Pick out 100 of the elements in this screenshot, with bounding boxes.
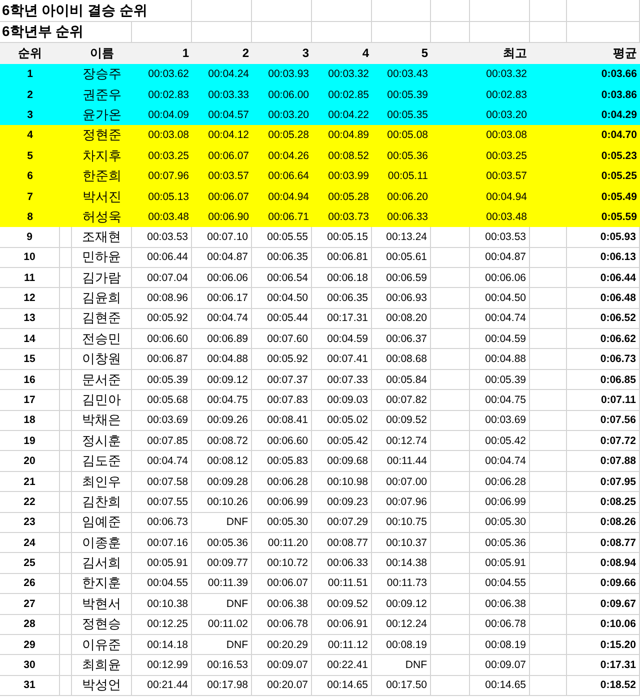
average-cell: 0:06.13 [567, 248, 640, 268]
empty-cell [60, 655, 72, 676]
empty-cell [530, 370, 567, 390]
time-cell-text: 00:06.07 [207, 190, 250, 205]
time-cell: 00:05.15 [312, 227, 372, 248]
rank-cell: 19 [0, 431, 60, 452]
best-cell: 00:06.38 [470, 594, 530, 615]
name-cell: 조재현 [72, 227, 132, 248]
time-cell-text: 00:02.83 [147, 88, 190, 103]
time-cell: 00:06.38 [252, 594, 312, 615]
time-cell: 00:03.53 [132, 227, 192, 248]
average-cell-text: 0:05.25 [600, 169, 638, 184]
empty-cell [530, 268, 567, 288]
average-cell: 0:06.62 [567, 329, 640, 350]
time-cell: 00:06.87 [132, 349, 192, 370]
time-cell: 00:07.55 [132, 492, 192, 513]
time-cell-text: 00:03.99 [327, 169, 370, 184]
empty-cell [530, 349, 567, 370]
name-cell: 이종훈 [72, 532, 132, 554]
name-cell: 최희윤 [72, 655, 132, 676]
best-cell: 00:04.74 [470, 451, 530, 472]
best-cell-text: 00:03.48 [485, 210, 528, 225]
time-cell: 00:04.59 [312, 329, 372, 350]
empty-cell [530, 574, 567, 594]
time-cell-text: 00:03.43 [386, 67, 429, 82]
time-cell: 00:20.07 [252, 676, 312, 696]
best-cell-text: 00:02.83 [485, 88, 528, 103]
rank-cell: 14 [0, 329, 60, 350]
rank-cell: 15 [0, 349, 60, 370]
time-cell: DNF [192, 594, 252, 615]
name-cell: 임예준 [72, 512, 132, 533]
empty-cell [60, 248, 72, 268]
empty-cell [431, 676, 470, 696]
empty-cell [530, 451, 567, 472]
name-cell: 김도준 [72, 451, 132, 472]
time-cell: 00:09.26 [192, 410, 252, 432]
empty-cell [431, 512, 470, 533]
empty-cell [60, 268, 72, 288]
time-cell-text: 00:03.93 [267, 67, 310, 82]
average-cell: 0:06.73 [567, 349, 640, 370]
best-cell: 00:03.53 [470, 227, 530, 248]
name-cell: 전승민 [72, 329, 132, 350]
time-cell-text: 00:04.09 [147, 108, 190, 123]
time-cell: 00:05.39 [132, 370, 192, 390]
name-cell: 한지훈 [72, 574, 132, 594]
time-cell-text: 00:04.26 [267, 148, 310, 164]
average-cell-text: 0:05.59 [600, 210, 638, 225]
empty-cell [60, 431, 72, 452]
empty-cell [431, 227, 470, 248]
time-cell: 00:07.37 [252, 370, 312, 390]
average-cell: 0:06.48 [567, 288, 640, 309]
rank-cell: 10 [0, 248, 60, 268]
time-cell: 00:05.84 [372, 370, 431, 390]
column-header: 순위 [17, 44, 43, 62]
rank-cell: 22 [0, 492, 60, 513]
time-cell-text: 00:05.28 [327, 190, 370, 205]
empty-cell [431, 410, 470, 432]
empty-cell [431, 268, 470, 288]
time-cell: 00:09.03 [312, 390, 372, 411]
empty-cell [431, 248, 470, 268]
rank-cell: 12 [0, 288, 60, 309]
time-cell: 00:14.18 [132, 634, 192, 656]
time-cell: 00:06.35 [312, 288, 372, 309]
empty-cell [530, 553, 567, 574]
time-cell: 00:06.91 [312, 614, 372, 635]
time-cell-text: 00:06.33 [386, 210, 429, 225]
column-header: 최고 [502, 44, 528, 62]
rank-cell: 11 [0, 268, 60, 288]
time-cell-text: 00:03.20 [267, 108, 310, 123]
time-cell: 00:09.28 [192, 472, 252, 492]
time-cell-text: 00:04.94 [267, 190, 310, 205]
rank-cell: 16 [0, 370, 60, 390]
time-cell: 00:06.07 [252, 574, 312, 594]
time-cell: 00:08.12 [192, 451, 252, 472]
time-cell: 00:09.12 [192, 370, 252, 390]
empty-cell [60, 227, 72, 248]
best-cell-text: 00:04.94 [485, 190, 528, 205]
best-cell: 00:04.87 [470, 248, 530, 268]
empty-cell [60, 370, 72, 390]
time-cell: 00:20.29 [252, 634, 312, 656]
empty-cell [60, 614, 72, 635]
time-cell: 00:06.99 [252, 492, 312, 513]
empty-cell [530, 472, 567, 492]
time-cell-text: 00:05.35 [386, 108, 429, 123]
time-cell: 00:17.50 [372, 676, 431, 696]
time-cell: 00:05.30 [252, 512, 312, 533]
time-cell: 00:14.38 [372, 553, 431, 574]
time-cell-text: 00:03.57 [207, 169, 250, 184]
rank-cell-text: 8 [26, 210, 34, 225]
rank-cell-text: 6 [26, 169, 34, 184]
best-cell: 00:04.88 [470, 349, 530, 370]
best-cell: 00:03.69 [470, 410, 530, 432]
time-cell: 00:05.83 [252, 451, 312, 472]
rank-cell: 20 [0, 451, 60, 472]
best-cell-text: 00:03.32 [485, 67, 528, 82]
empty-cell [60, 390, 72, 411]
empty-cell [530, 288, 567, 309]
empty-cell [530, 655, 567, 676]
empty-cell [431, 431, 470, 452]
name-cell: 최인우 [72, 472, 132, 492]
